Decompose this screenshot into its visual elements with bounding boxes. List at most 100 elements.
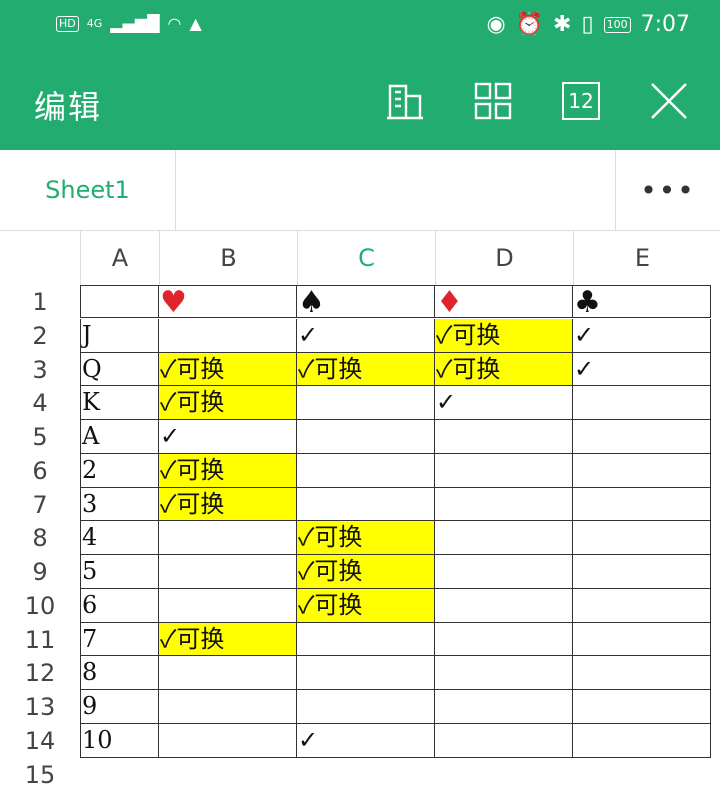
spreadsheet-grid[interactable]: A B C D E 1 ♥ ♠ ♦ ♣ 2 J ✓ ✓可换 ✓ 3 Q ✓可换 ✓可换 ✓可换 ✓ 4 K ✓可换 ✓ 5 A ✓ 6 2…	[0, 231, 720, 789]
cell-B13[interactable]	[159, 690, 297, 724]
grid-icon[interactable]	[472, 80, 514, 122]
cell-B14[interactable]	[159, 724, 297, 758]
cell-D13[interactable]	[435, 690, 573, 724]
cell-B1[interactable]: ♥	[159, 285, 297, 318]
row-header-11[interactable]: 11	[0, 623, 80, 656]
cell-E13[interactable]	[573, 690, 711, 724]
row-header-2[interactable]: 2	[0, 319, 80, 353]
cell-E12[interactable]	[573, 656, 711, 690]
cell-A9[interactable]: 5	[80, 555, 159, 589]
cell-D1[interactable]: ♦	[435, 285, 573, 318]
cell-A8[interactable]: 4	[80, 521, 159, 555]
cell-D4[interactable]: ✓	[435, 386, 573, 420]
cell-A1[interactable]	[80, 285, 159, 318]
cell-A4[interactable]: K	[80, 386, 159, 420]
column-header-B[interactable]: B	[159, 231, 297, 285]
building-icon[interactable]	[384, 80, 426, 122]
row-header-6[interactable]: 6	[0, 454, 80, 488]
cell-D8[interactable]	[435, 521, 573, 555]
cell-E2[interactable]: ✓	[573, 319, 711, 353]
row-header-7[interactable]: 7	[0, 488, 80, 521]
column-header-E[interactable]: E	[573, 231, 711, 285]
row-header-12[interactable]: 12	[0, 656, 80, 690]
cell-D2[interactable]: ✓可换	[435, 319, 573, 353]
cell-C7[interactable]	[297, 488, 435, 521]
status-left: HD 4G ▂▄▆█ ◠ ▲	[56, 14, 202, 33]
cell-C12[interactable]	[297, 656, 435, 690]
cell-B2[interactable]	[159, 319, 297, 353]
cell-B3[interactable]: ✓可换	[159, 353, 297, 386]
cell-E7[interactable]	[573, 488, 711, 521]
cell-E5[interactable]	[573, 420, 711, 454]
cell-D11[interactable]	[435, 623, 573, 656]
cell-E4[interactable]	[573, 386, 711, 420]
cell-A14[interactable]: 10	[80, 724, 159, 758]
cell-E11[interactable]	[573, 623, 711, 656]
row-header-3[interactable]: 3	[0, 353, 80, 386]
row-header-14[interactable]: 14	[0, 724, 80, 758]
close-icon[interactable]	[648, 80, 690, 122]
cell-C4[interactable]	[297, 386, 435, 420]
cell-D7[interactable]	[435, 488, 573, 521]
cell-E10[interactable]	[573, 589, 711, 623]
cell-B8[interactable]	[159, 521, 297, 555]
cell-B7[interactable]: ✓可换	[159, 488, 297, 521]
cell-D14[interactable]	[435, 724, 573, 758]
row-header-10[interactable]: 10	[0, 589, 80, 623]
cell-C11[interactable]	[297, 623, 435, 656]
cell-B12[interactable]	[159, 656, 297, 690]
cell-A5[interactable]: A	[80, 420, 159, 454]
cell-A11[interactable]: 7	[80, 623, 159, 656]
cell-A7[interactable]: 3	[80, 488, 159, 521]
row-header-4[interactable]: 4	[0, 386, 80, 420]
cell-E8[interactable]	[573, 521, 711, 555]
cell-A2[interactable]: J	[80, 319, 159, 353]
cell-C5[interactable]	[297, 420, 435, 454]
cell-E9[interactable]	[573, 555, 711, 589]
cell-A3[interactable]: Q	[80, 353, 159, 386]
cell-C6[interactable]	[297, 454, 435, 488]
column-header-A[interactable]: A	[80, 231, 159, 285]
row-header-9[interactable]: 9	[0, 555, 80, 589]
cell-C13[interactable]	[297, 690, 435, 724]
row-header-8[interactable]: 8	[0, 521, 80, 555]
cell-B9[interactable]	[159, 555, 297, 589]
cell-E14[interactable]	[573, 724, 711, 758]
cell-A13[interactable]: 9	[80, 690, 159, 724]
row-header-5[interactable]: 5	[0, 420, 80, 454]
cell-B6[interactable]: ✓可换	[159, 454, 297, 488]
cell-E1[interactable]: ♣	[573, 285, 711, 318]
cell-A12[interactable]: 8	[80, 656, 159, 690]
tab-sheet1[interactable]: Sheet1	[0, 150, 176, 230]
cell-B5[interactable]: ✓	[159, 420, 297, 454]
cell-B10[interactable]	[159, 589, 297, 623]
signal-icon: ▂▄▆█	[110, 14, 160, 33]
cell-C8[interactable]: ✓可换	[297, 521, 435, 555]
column-header-C[interactable]: C	[297, 231, 435, 285]
cell-E6[interactable]	[573, 454, 711, 488]
cell-D6[interactable]	[435, 454, 573, 488]
cell-C1[interactable]: ♠	[297, 285, 435, 318]
cell-B11[interactable]: ✓可换	[159, 623, 297, 656]
cell-D12[interactable]	[435, 656, 573, 690]
cell-A6[interactable]: 2	[80, 454, 159, 488]
row-header-13[interactable]: 13	[0, 690, 80, 724]
cell-E3[interactable]: ✓	[573, 353, 711, 386]
cell-D5[interactable]	[435, 420, 573, 454]
cell-D9[interactable]	[435, 555, 573, 589]
cell-A10[interactable]: 6	[80, 589, 159, 623]
row-header-1[interactable]: 1	[0, 285, 80, 318]
more-options-icon[interactable]: •••	[615, 150, 720, 230]
cell-C2[interactable]: ✓	[297, 319, 435, 353]
cell-D10[interactable]	[435, 589, 573, 623]
cell-C9[interactable]: ✓可换	[297, 555, 435, 589]
cell-C3[interactable]: ✓可换	[297, 353, 435, 386]
bluetooth-icon: ✱	[553, 12, 572, 37]
cell-D3[interactable]: ✓可换	[435, 353, 573, 386]
calendar-12-icon[interactable]: 12	[562, 82, 600, 120]
cell-B4[interactable]: ✓可换	[159, 386, 297, 420]
row-header-15[interactable]: 15	[0, 758, 80, 792]
cell-C14[interactable]: ✓	[297, 724, 435, 758]
column-header-D[interactable]: D	[435, 231, 573, 285]
cell-C10[interactable]: ✓可换	[297, 589, 435, 623]
